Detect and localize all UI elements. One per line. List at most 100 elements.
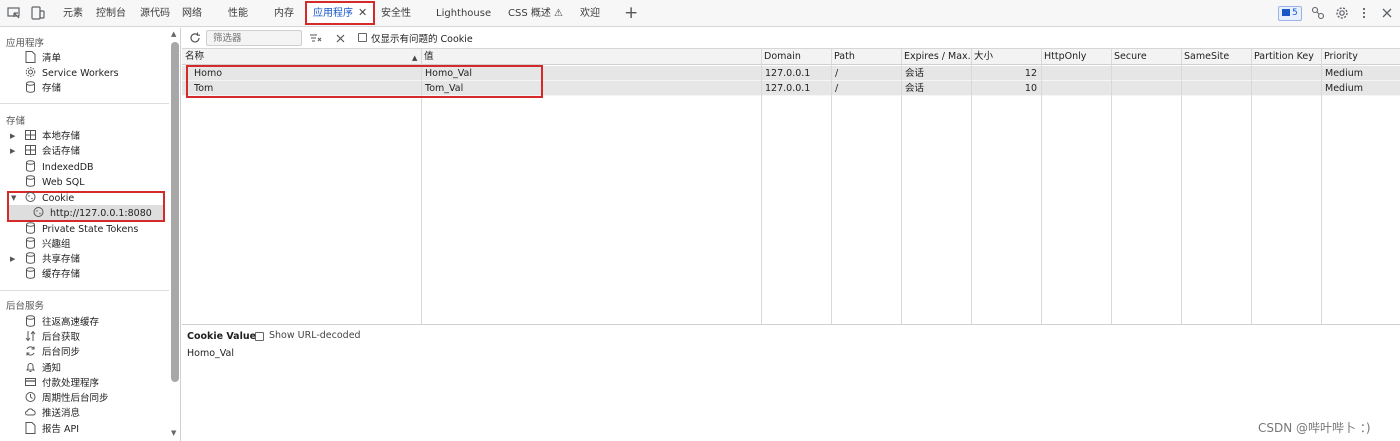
refresh-icon[interactable]	[189, 32, 201, 44]
device-toolbar-icon[interactable]	[31, 6, 45, 20]
tab-welcome[interactable]: 欢迎	[580, 0, 600, 27]
sidebar-item-periodic-sync[interactable]: 周期性后台同步	[25, 391, 109, 406]
cell-priority: Medium	[1325, 68, 1363, 79]
table-icon	[25, 145, 36, 155]
tab-sources[interactable]: 源代码	[140, 0, 170, 27]
sidebar-item-cookies[interactable]: ▼ Cookie	[11, 191, 74, 206]
cookie-value-title: Cookie Value	[187, 331, 257, 342]
sidebar-item-label: 会话存储	[42, 146, 81, 157]
sidebar-item-local-storage[interactable]: ▶ 本地存储	[10, 129, 80, 144]
tab-network[interactable]: 网络	[182, 0, 202, 27]
sidebar-item-indexeddb[interactable]: IndexedDB	[25, 160, 94, 175]
sidebar-item-notifications[interactable]: 通知	[25, 361, 61, 376]
tab-application[interactable]: 应用程序 ✕	[305, 1, 376, 25]
column-header-httponly[interactable]: HttpOnly	[1041, 49, 1111, 65]
sidebar-item-cookie-origin[interactable]: http://127.0.0.1:8080	[33, 206, 152, 221]
column-header-path[interactable]: Path	[831, 49, 901, 65]
sidebar-item-private-state-tokens[interactable]: Private State Tokens	[25, 222, 138, 237]
expand-triangle-icon[interactable]: ▶	[10, 252, 15, 267]
tab-console[interactable]: 控制台	[96, 0, 126, 27]
sidebar-item-session-storage[interactable]: ▶ 会话存储	[10, 144, 81, 159]
column-header-domain[interactable]: Domain	[761, 49, 831, 65]
tab-css-overview[interactable]: CSS 概述 ⚠	[508, 0, 563, 27]
sidebar-item-web-sql[interactable]: Web SQL	[25, 175, 85, 190]
more-vertical-icon[interactable]	[1357, 6, 1371, 20]
column-divider[interactable]	[761, 49, 762, 324]
sidebar-item-interest-groups[interactable]: 兴趣组	[25, 237, 71, 252]
close-devtools-icon[interactable]	[1380, 6, 1394, 20]
column-header-name[interactable]: 名称	[182, 49, 421, 65]
scroll-down-arrow-icon[interactable]: ▼	[171, 429, 176, 437]
cell-path: /	[835, 68, 839, 79]
url-decoded-checkbox[interactable]	[255, 332, 264, 341]
column-divider[interactable]	[831, 49, 832, 324]
cell-partition-key	[1251, 66, 1321, 81]
customize-icon[interactable]	[1311, 6, 1325, 20]
column-divider[interactable]	[971, 49, 972, 324]
issues-icon	[1282, 9, 1290, 16]
column-divider[interactable]	[1321, 49, 1322, 324]
only-issues-checkbox[interactable]	[358, 33, 367, 42]
sidebar-scrollbar[interactable]: ▲ ▼	[169, 28, 181, 441]
column-divider[interactable]	[1041, 49, 1042, 324]
clear-filtered-icon[interactable]	[310, 33, 322, 44]
column-header-partition-key[interactable]: Partition Key	[1251, 49, 1321, 65]
cell-partition-key	[1251, 81, 1321, 96]
expand-triangle-icon[interactable]: ▶	[10, 129, 15, 144]
sidebar-item-cache-storage[interactable]: 缓存存储	[25, 267, 80, 282]
filter-input[interactable]	[206, 30, 302, 46]
add-tab-plus-icon[interactable]: +	[624, 2, 638, 24]
tab-security[interactable]: 安全性	[381, 0, 411, 27]
sidebar-item-label: 付款处理程序	[42, 378, 100, 389]
tab-elements[interactable]: 元素	[63, 0, 83, 27]
gear-icon[interactable]	[1335, 6, 1349, 20]
sort-ascending-icon: ▲	[412, 54, 418, 62]
column-divider[interactable]	[901, 49, 902, 324]
sidebar-item-payment-handler[interactable]: 付款处理程序	[25, 376, 99, 391]
sidebar-item-label: 推送消息	[42, 408, 81, 419]
only-issues-label: 仅显示有问题的 Cookie	[371, 34, 473, 45]
cell-size: 12	[1024, 68, 1037, 79]
sidebar-item-label: 共享存储	[42, 254, 81, 265]
sidebar-item-shared-storage[interactable]: ▶ 共享存储	[10, 252, 81, 267]
sidebar-item-service-workers[interactable]: Service Workers	[25, 66, 119, 81]
cell-domain: 127.0.0.1	[765, 68, 811, 79]
inspect-element-icon[interactable]	[7, 6, 21, 20]
annotation-highlight-box	[186, 65, 543, 98]
table-header: 名称 ▲ 值 Domain Path Expires / Max... 大小 H…	[182, 49, 1400, 65]
column-header-priority[interactable]: Priority	[1321, 49, 1400, 65]
sidebar-item-reporting-api[interactable]: 报告 API	[25, 422, 79, 437]
column-header-samesite[interactable]: SameSite	[1181, 49, 1251, 65]
column-header-value[interactable]: 值	[421, 49, 761, 65]
delete-all-cookies-icon[interactable]	[335, 33, 346, 44]
tab-performance[interactable]: 性能	[228, 0, 248, 27]
close-icon[interactable]: ✕	[358, 6, 367, 19]
tab-memory[interactable]: 内存	[274, 0, 294, 27]
sidebar-item-label: IndexedDB	[42, 162, 94, 173]
tab-lighthouse[interactable]: Lighthouse	[436, 0, 491, 27]
column-header-secure[interactable]: Secure	[1111, 49, 1181, 65]
sidebar-item-background-sync[interactable]: 后台同步	[25, 345, 80, 360]
collapse-triangle-icon[interactable]: ▼	[11, 191, 16, 206]
column-divider[interactable]	[1181, 49, 1182, 324]
database-icon	[26, 267, 35, 279]
watermark: CSDN @哔叶哔卜 ：)	[1258, 421, 1371, 435]
cell-httponly	[1041, 81, 1111, 96]
clock-icon	[25, 392, 36, 402]
sidebar-item-background-fetch[interactable]: 后台获取	[25, 330, 80, 345]
scrollbar-thumb[interactable]	[171, 42, 179, 382]
expand-triangle-icon[interactable]: ▶	[10, 144, 15, 159]
sidebar-item-bfcache[interactable]: 往返高速缓存	[25, 315, 99, 330]
database-icon	[26, 315, 35, 327]
sidebar-item-label: 缓存存储	[42, 269, 81, 280]
scroll-up-arrow-icon[interactable]: ▲	[171, 30, 176, 38]
sidebar-item-manifest[interactable]: 清单	[25, 51, 61, 66]
column-header-expires[interactable]: Expires / Max...	[901, 49, 971, 65]
issues-badge[interactable]: 5	[1278, 6, 1302, 21]
sidebar-item-push-messaging[interactable]: 推送消息	[25, 406, 80, 421]
column-divider[interactable]	[1251, 49, 1252, 324]
sidebar-item-storage-overview[interactable]: 存储	[25, 81, 61, 96]
column-header-size[interactable]: 大小	[971, 49, 1041, 65]
cell-samesite	[1181, 66, 1251, 81]
column-divider[interactable]	[1111, 49, 1112, 324]
